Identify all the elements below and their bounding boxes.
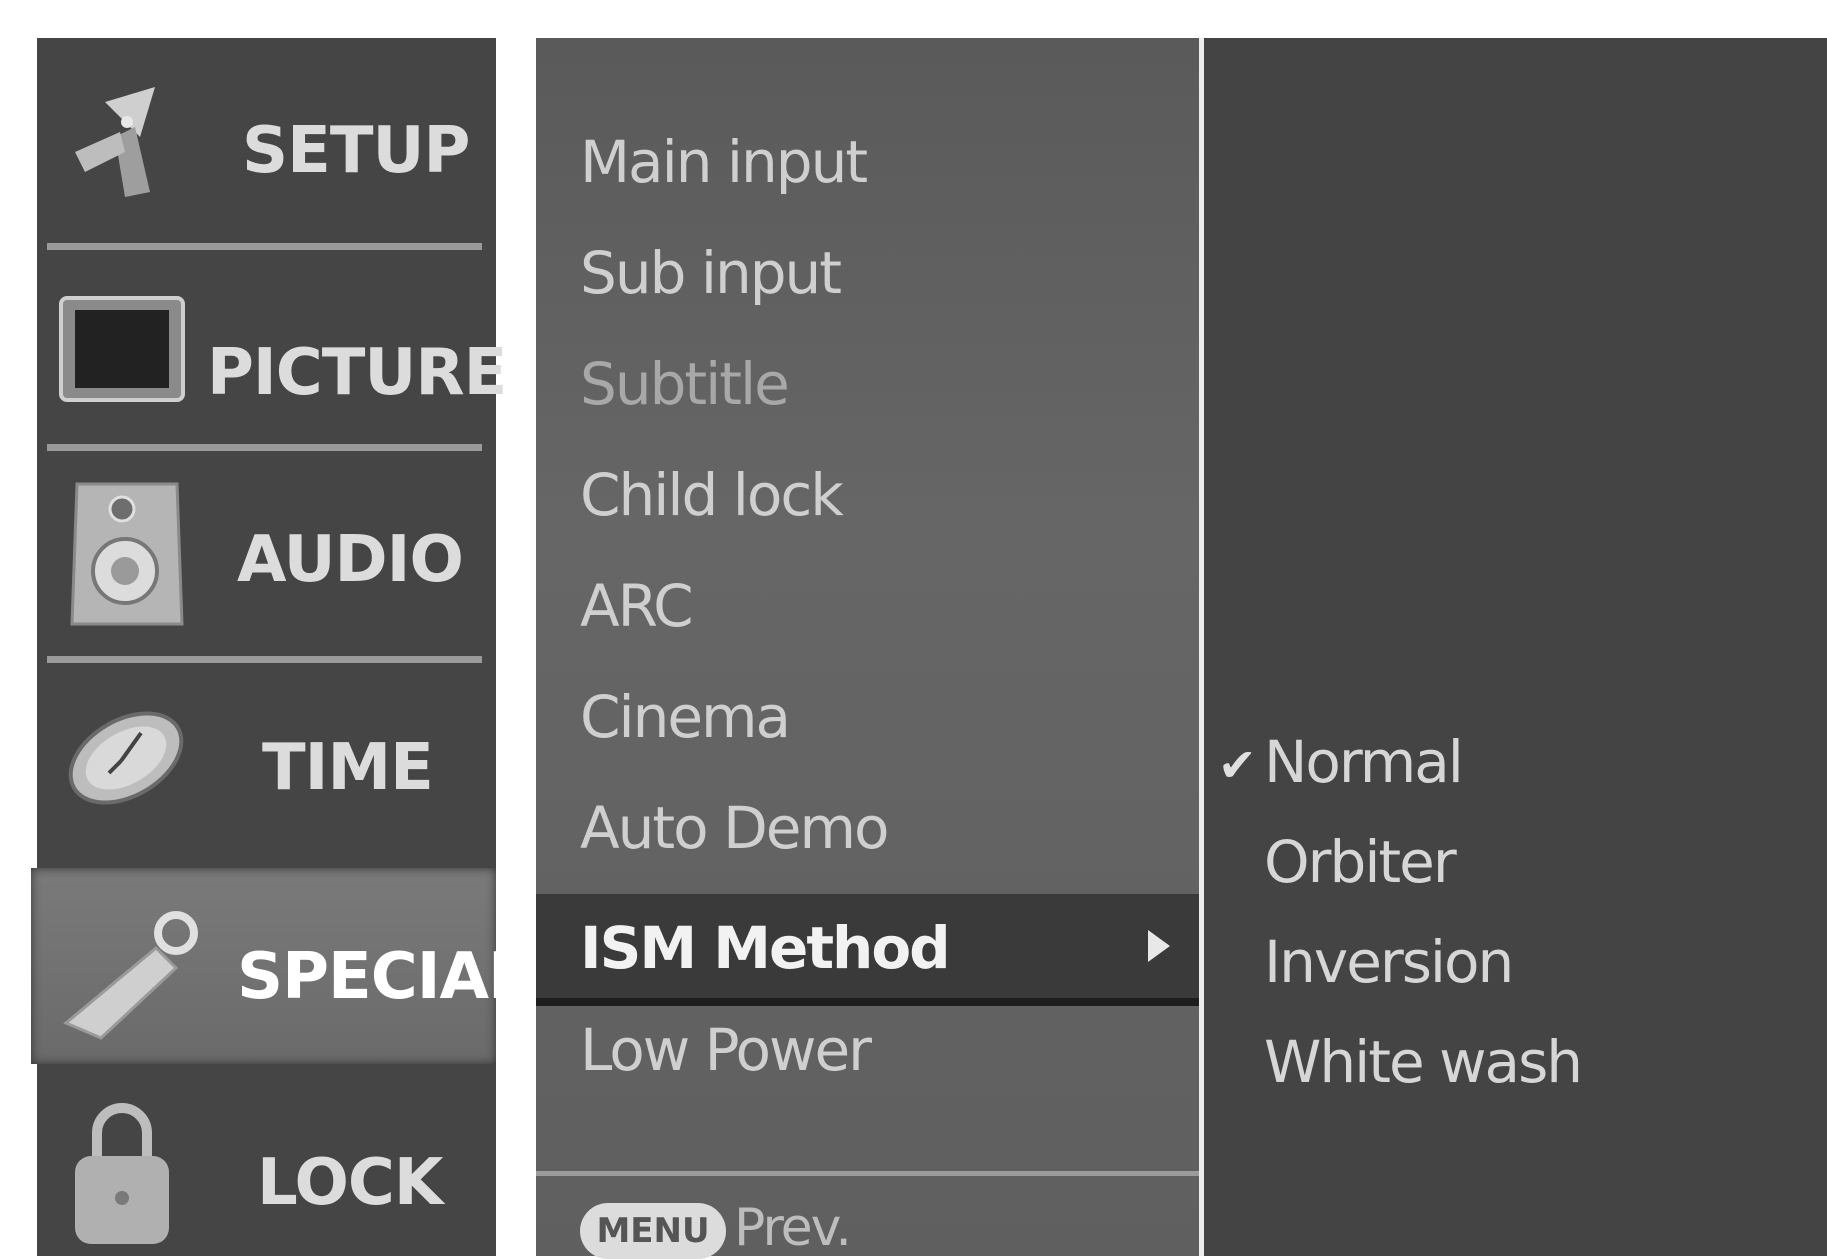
menu-item-subtitle: Subtitle [580, 350, 790, 418]
sidebar-item-label: SETUP [242, 114, 470, 188]
sidebar-item-label: AUDIO [237, 523, 464, 597]
sidebar-item-label: LOCK [257, 1146, 443, 1220]
monitor-icon [59, 296, 185, 402]
option-normal[interactable]: Normal [1264, 728, 1464, 796]
sidebar-item-picture[interactable]: PICTURE [37, 250, 507, 440]
padlock-icon [75, 1103, 169, 1244]
ism-method-submenu: ✔ Normal Orbiter Inversion White wash [1204, 38, 1827, 1256]
sidebar-divider [47, 444, 482, 451]
sidebar-item-audio[interactable]: AUDIO [37, 451, 496, 641]
option-white-wash[interactable]: White wash [1264, 1028, 1583, 1096]
sidebar-item-special[interactable]: SPECIAL [31, 868, 529, 1064]
menu-item-sub-input[interactable]: Sub input [580, 239, 842, 307]
menu-button-label: MENU [596, 1211, 710, 1251]
satellite-icon [75, 87, 155, 197]
speaker-icon [70, 482, 184, 626]
sidebar-divider [47, 656, 482, 663]
submenu-arrow-icon [1148, 930, 1170, 962]
menu-item-label: ISM Method [580, 914, 951, 982]
menu-item-auto-demo[interactable]: Auto Demo [580, 794, 889, 862]
key-tag-icon [63, 911, 198, 1040]
menu-divider [536, 1171, 1200, 1176]
option-orbiter[interactable]: Orbiter [1264, 828, 1457, 896]
menu-item-cinema[interactable]: Cinema [580, 683, 791, 751]
menu-item-child-lock[interactable]: Child lock [580, 461, 844, 529]
sidebar-item-lock[interactable]: LOCK [37, 1066, 496, 1256]
clock-icon [68, 711, 184, 805]
prev-label: Prev. [734, 1198, 852, 1258]
menu-item-arc[interactable]: ARC [580, 572, 694, 640]
sidebar-item-label: PICTURE [207, 336, 507, 410]
menu-item-ism-method[interactable]: ISM Method [536, 894, 1200, 1006]
sidebar-item-label: TIME [262, 731, 434, 805]
sidebar-item-label: SPECIAL [237, 940, 529, 1014]
category-sidebar: SETUP PICTURE AUDIO TIME SPECIAL LOCK [31, 38, 529, 1256]
menu-item-low-power[interactable]: Low Power [580, 1016, 872, 1084]
option-inversion[interactable]: Inversion [1264, 928, 1514, 996]
special-menu: Main input Sub input Subtitle Child lock… [536, 38, 1200, 1259]
sidebar-divider [47, 243, 482, 250]
sidebar-item-setup[interactable]: SETUP [37, 38, 496, 228]
menu-item-main-input[interactable]: Main input [580, 128, 868, 196]
menu-button-icon[interactable]: MENU [580, 1203, 726, 1259]
sidebar-item-time[interactable]: TIME [37, 663, 496, 853]
checkmark-icon: ✔ [1218, 738, 1257, 792]
